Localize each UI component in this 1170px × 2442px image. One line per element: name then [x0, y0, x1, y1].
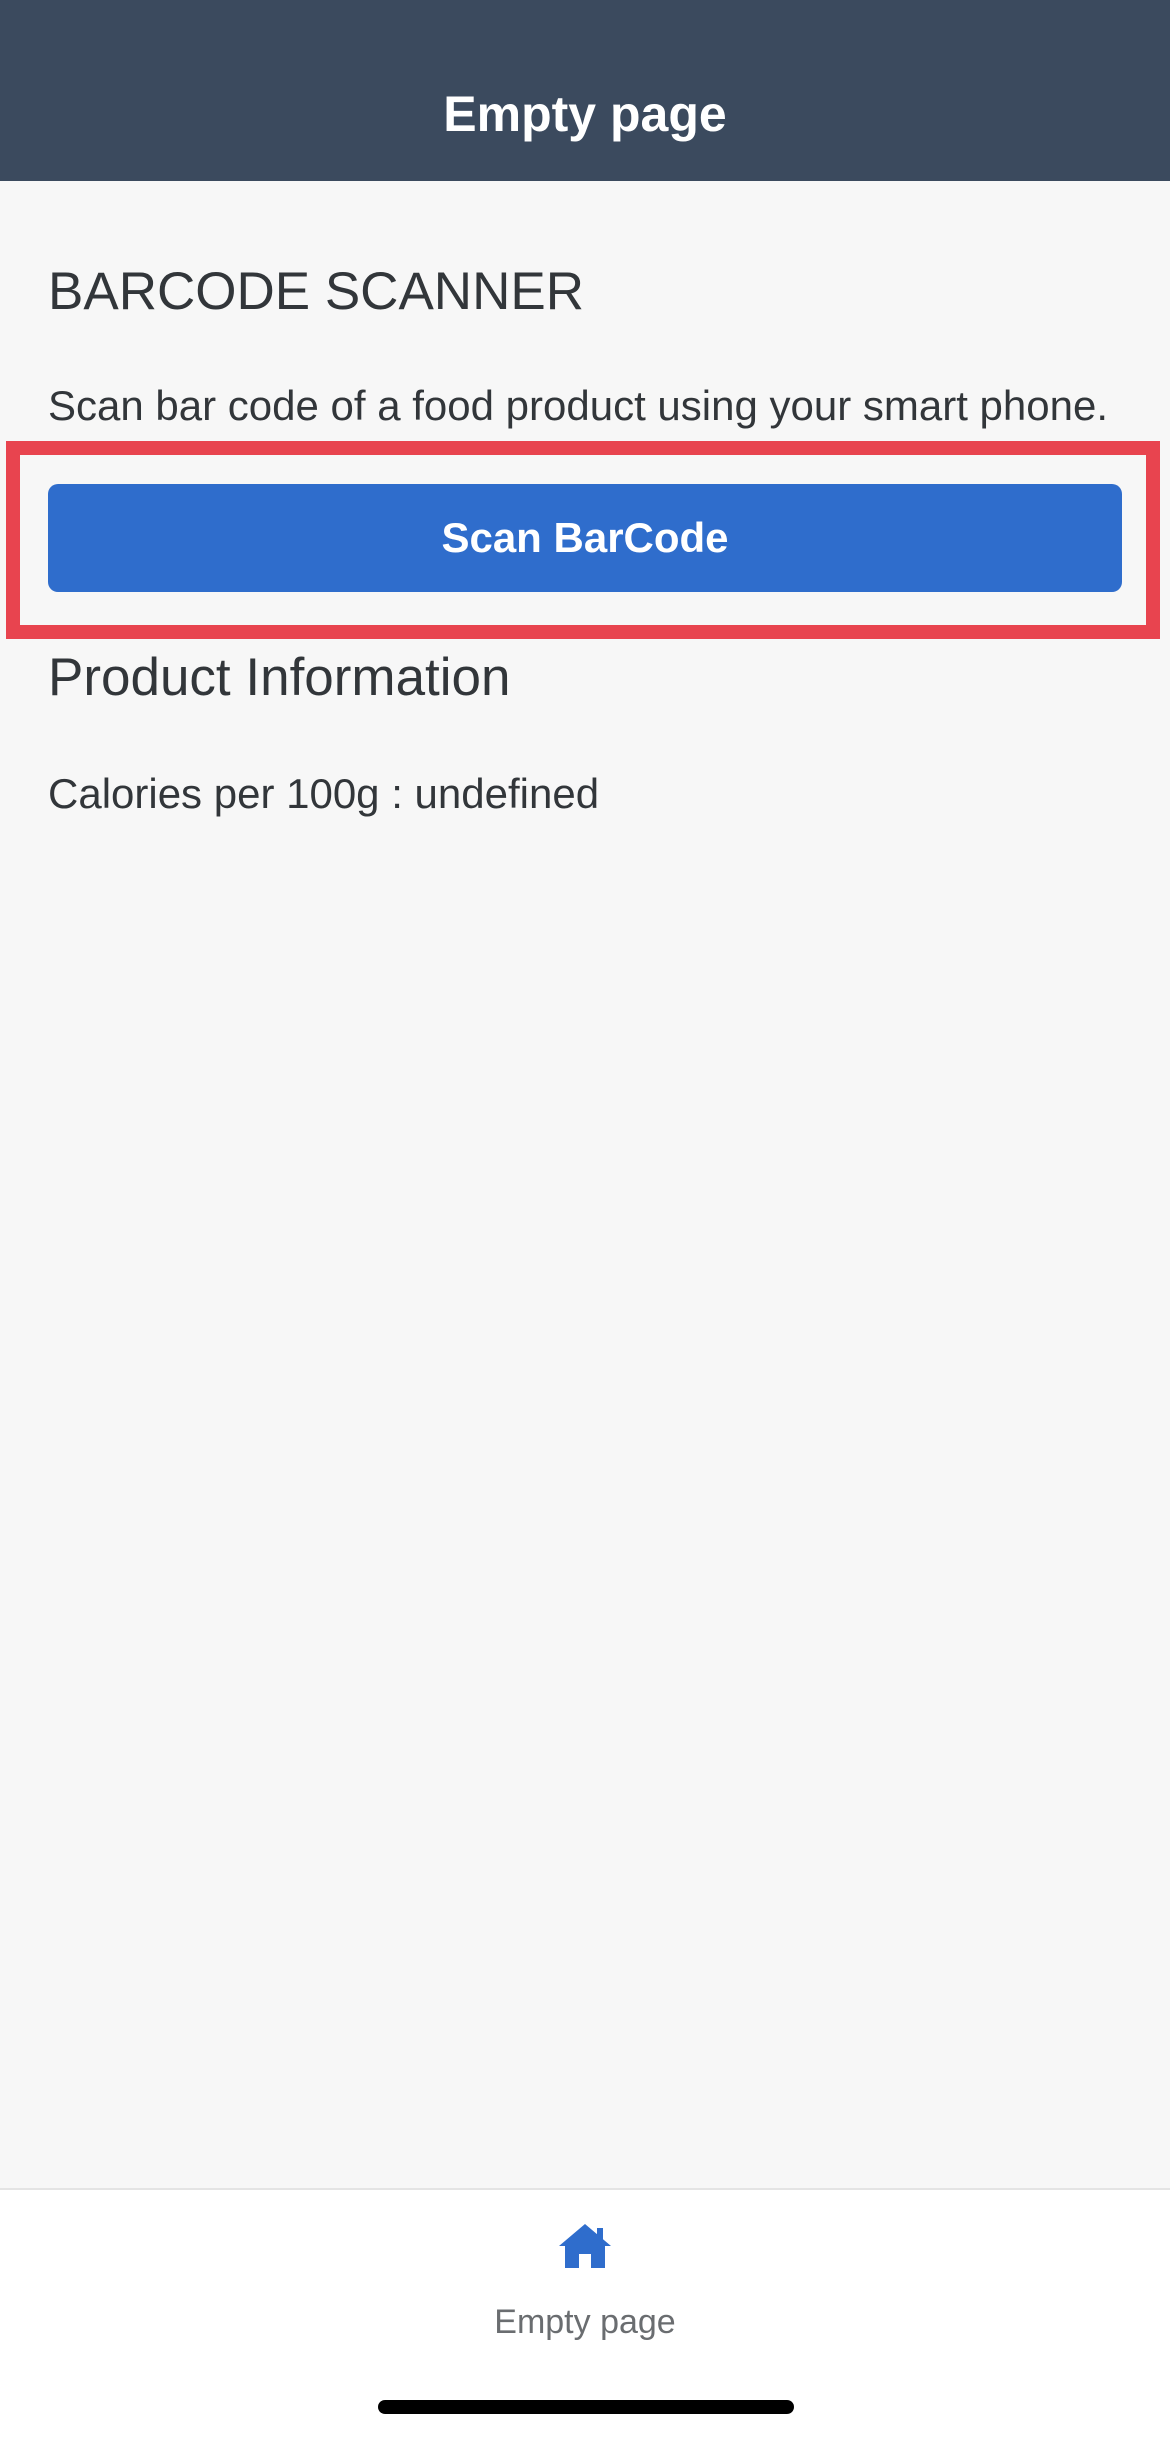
scan-barcode-button[interactable]: Scan BarCode: [48, 484, 1122, 592]
app-header: Empty page: [0, 0, 1170, 181]
home-indicator[interactable]: [378, 2400, 794, 2414]
calories-value: undefined: [414, 770, 600, 817]
tab-label: Empty page: [494, 2303, 676, 2341]
section-title: BARCODE SCANNER: [48, 262, 584, 321]
home-icon: [559, 2224, 611, 2268]
calories-line: Calories per 100g : undefined: [48, 766, 599, 822]
tab-empty-page[interactable]: Empty page: [435, 2210, 735, 2360]
description-text: Scan bar code of a food product using yo…: [48, 382, 1108, 429]
page-title: Empty page: [443, 86, 727, 142]
calories-separator: :: [391, 770, 403, 817]
product-information-title: Product Information: [48, 648, 511, 707]
calories-label: Calories per 100g: [48, 770, 380, 817]
